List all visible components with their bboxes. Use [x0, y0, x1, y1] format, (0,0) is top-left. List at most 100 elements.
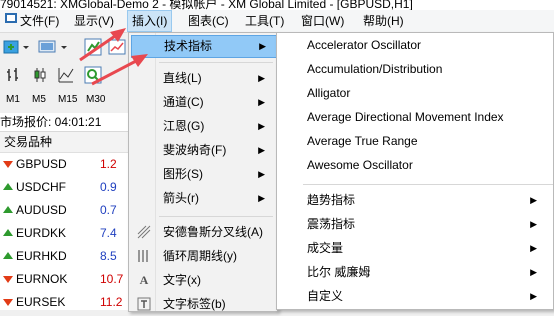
- market-watch-column-header[interactable]: 交易品种: [0, 132, 130, 153]
- menu-item-label: 箭头(r): [163, 191, 199, 205]
- menu-item-label: 自定义: [307, 289, 344, 303]
- submenu-arrow-icon: ▶: [258, 97, 265, 107]
- column-symbol: 交易品种: [4, 135, 53, 149]
- bid-price: 10.7: [100, 272, 124, 286]
- menu-item-label: 技术指标: [164, 39, 213, 53]
- market-row-eursek[interactable]: EURSEK 11.2: [0, 291, 130, 314]
- menu-window[interactable]: 窗口(W): [297, 10, 348, 32]
- submenu-arrow-icon: ▶: [258, 145, 265, 155]
- menu-item-channels[interactable]: 通道(C) ▶: [131, 91, 275, 114]
- indicator-alligator[interactable]: Alligator: [307, 81, 547, 105]
- menu-item-label: 趋势指标: [307, 193, 356, 207]
- menu-item-label: 文字(x): [163, 273, 201, 287]
- menu-item-label: 斐波纳奇(F): [163, 143, 227, 157]
- symbol: EURHKD: [16, 249, 67, 263]
- timeframe-m15[interactable]: M15: [58, 94, 77, 105]
- submenu-arrow-icon: ▶: [258, 193, 265, 203]
- down-arrow-icon: [3, 161, 13, 168]
- menu-item-gann[interactable]: 江恩(G) ▶: [131, 115, 275, 138]
- menu-item-lines[interactable]: 直线(L) ▶: [131, 67, 275, 90]
- line-studies-toolbar: [0, 61, 130, 90]
- data-window-button[interactable]: [106, 37, 128, 57]
- bid-price: 0.9: [100, 180, 117, 194]
- market-watch-header: 市场报价: 04:01:21: [0, 113, 130, 132]
- up-arrow-icon: [3, 206, 13, 213]
- text-icon: A: [139, 272, 149, 287]
- indicators-submenu: Accelerator Oscillator Accumulation/Dist…: [276, 32, 554, 310]
- menu-item-label: 文字标签(b): [163, 297, 226, 311]
- menu-item-andrews-pitchfork[interactable]: 安德鲁斯分叉线(A): [131, 221, 275, 244]
- zoom-icon[interactable]: [82, 65, 104, 85]
- window-title-bar: 79014521: XMGlobal-Demo 2 - 模拟帐户 - XM Gl…: [0, 0, 554, 10]
- market-row-eurnok[interactable]: EURNOK 10.7: [0, 268, 130, 291]
- bar-chart-icon[interactable]: [4, 65, 24, 85]
- profiles-button[interactable]: [36, 38, 70, 56]
- menu-item-text[interactable]: A 文字(x): [131, 269, 275, 292]
- indicator-accelerator-oscillator[interactable]: Accelerator Oscillator: [307, 33, 547, 57]
- submenu-custom[interactable]: 自定义 ▶: [307, 284, 547, 308]
- up-arrow-icon: [3, 252, 13, 259]
- submenu-volumes[interactable]: 成交量 ▶: [307, 236, 547, 260]
- symbol: AUDUSD: [16, 203, 67, 217]
- new-chart-button[interactable]: [2, 38, 32, 56]
- submenu-bill-williams[interactable]: 比尔 威廉姆 ▶: [307, 260, 547, 284]
- menu-item-label: 比尔 威廉姆: [307, 265, 371, 279]
- submenu-arrow-icon: ▶: [258, 73, 265, 83]
- menu-item-cycle-lines[interactable]: 循环周期线(y): [131, 245, 275, 268]
- menu-item-arrows[interactable]: 箭头(r) ▶: [131, 187, 275, 210]
- menu-help[interactable]: 帮助(H): [359, 10, 408, 32]
- menu-separator: [159, 216, 273, 217]
- menu-item-label: 安德鲁斯分叉线(A): [163, 225, 263, 239]
- menu-item-label: 循环周期线(y): [163, 249, 237, 263]
- timeframes-toolbar: M1 M5 M15 M30: [0, 89, 130, 114]
- symbol: EURNOK: [16, 272, 68, 286]
- bid-price: 0.7: [100, 203, 117, 217]
- market-row-gbpusd[interactable]: GBPUSD 1.2: [0, 153, 130, 176]
- timeframe-m5[interactable]: M5: [32, 94, 46, 105]
- symbol: EURDKK: [16, 226, 67, 240]
- indicator-average-true-range[interactable]: Average True Range: [307, 129, 547, 153]
- menu-item-label: 震荡指标: [307, 217, 356, 231]
- indicator-accumulation-distribution[interactable]: Accumulation/Distribution: [307, 57, 547, 81]
- menu-view[interactable]: 显示(V): [70, 10, 118, 32]
- submenu-arrow-icon: ▶: [530, 243, 537, 253]
- menu-separator: [303, 184, 553, 185]
- market-watch-button[interactable]: [82, 37, 104, 57]
- symbol: GBPUSD: [16, 157, 67, 171]
- submenu-arrow-icon: ▶: [258, 169, 265, 179]
- candlestick-icon[interactable]: [30, 65, 50, 85]
- menu-file[interactable]: 文件(F): [16, 10, 63, 32]
- line-chart-icon[interactable]: [56, 65, 76, 85]
- market-row-usdchf[interactable]: USDCHF 0.9: [0, 176, 130, 199]
- window-title: 79014521: XMGlobal-Demo 2 - 模拟帐户 - XM Gl…: [0, 0, 413, 10]
- submenu-arrow-icon: ▶: [258, 121, 265, 131]
- indicator-admi[interactable]: Average Directional Movement Index: [307, 105, 547, 129]
- up-arrow-icon: [3, 183, 13, 190]
- menu-item-fibonacci[interactable]: 斐波纳奇(F) ▶: [131, 139, 275, 162]
- menu-charts[interactable]: 图表(C): [184, 10, 233, 32]
- menu-item-label: 江恩(G): [163, 119, 205, 133]
- cycle-lines-icon: [137, 249, 151, 263]
- submenu-oscillators[interactable]: 震荡指标 ▶: [307, 212, 547, 236]
- indicator-awesome-oscillator[interactable]: Awesome Oscillator: [307, 153, 547, 177]
- menu-item-text-label[interactable]: 文字标签(b): [131, 293, 275, 316]
- menu-insert[interactable]: 插入(I): [127, 10, 173, 32]
- market-row-eurdkk[interactable]: EURDKK 7.4: [0, 222, 130, 245]
- bid-price: 11.2: [100, 295, 123, 309]
- submenu-arrow-icon: ▶: [530, 267, 537, 277]
- menu-tools[interactable]: 工具(T): [241, 10, 288, 32]
- insert-menu: 技术指标 ▶ 直线(L) ▶ 通道(C) ▶ 江恩(G) ▶ 斐波纳奇(F) ▶…: [128, 32, 278, 312]
- menu-item-shapes[interactable]: 图形(S) ▶: [131, 163, 275, 186]
- submenu-trend[interactable]: 趋势指标 ▶: [307, 188, 547, 212]
- menu-separator: [159, 62, 273, 63]
- bid-price: 1.2: [100, 157, 117, 171]
- text-label-icon: [137, 297, 151, 311]
- menu-item-indicators[interactable]: 技术指标 ▶: [131, 35, 277, 58]
- market-row-eurhkd[interactable]: EURHKD 8.5: [0, 245, 130, 268]
- timeframe-m1[interactable]: M1: [6, 94, 20, 105]
- submenu-arrow-icon: ▶: [530, 195, 537, 205]
- menu-item-label: 通道(C): [163, 95, 204, 109]
- timeframe-m30[interactable]: M30: [86, 94, 105, 105]
- market-row-audusd[interactable]: AUDUSD 0.7: [0, 199, 130, 222]
- bid-price: 8.5: [100, 249, 117, 263]
